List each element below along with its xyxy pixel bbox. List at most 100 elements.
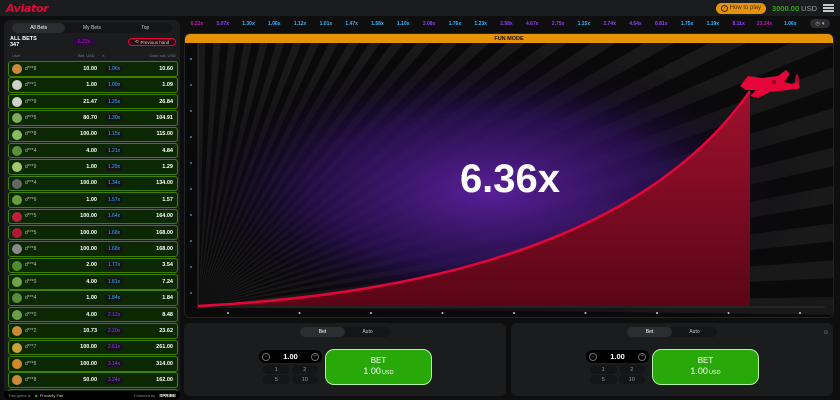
tab-top[interactable]: Top (119, 23, 172, 33)
bet-row: d***9 1.00 1.57x 1.57 (8, 192, 178, 208)
bet-row-amount: 4.00 (86, 147, 97, 154)
bet-row: d***2 10.73 2.20x 23.62 (8, 323, 178, 339)
history-multiplier: 1.23x (474, 21, 487, 27)
hamburger-menu-icon[interactable] (823, 4, 834, 12)
bet-row-user: d***4 (25, 147, 37, 154)
bet-row-multiplier: 2.12x (105, 311, 123, 319)
bet-row-user: d***5 (25, 213, 37, 220)
bet-row-user: d***8 (25, 246, 37, 253)
history-multiplier: 4.64x (629, 21, 642, 27)
history-multiplier: 1.06x (268, 21, 281, 27)
bet-row-cashout: 115.00 (156, 131, 173, 138)
clock-icon: ◷ (815, 20, 820, 27)
history-multiplier: 1.76x (448, 21, 462, 27)
tab-auto[interactable]: Auto (672, 327, 717, 337)
avatar (12, 129, 22, 140)
bet-row: d***0 4.00 1.81x 7.24 (8, 274, 178, 290)
game-canvas: FUN MODE 6.36x (184, 33, 834, 318)
x-tick-dot (370, 312, 372, 314)
tab-my-bets[interactable]: My Bets (65, 23, 118, 33)
bet-button[interactable]: BET 1.00USD (325, 349, 432, 385)
y-tick-dot (190, 58, 192, 60)
quick-amount-button[interactable]: 10 (291, 375, 318, 384)
avatar (12, 375, 22, 386)
avatar (12, 293, 22, 304)
tab-bet[interactable]: Bet (627, 327, 672, 337)
minus-button[interactable]: − (262, 352, 270, 361)
x-tick-dot (227, 312, 229, 314)
y-tick-dot (190, 214, 192, 216)
bet-row-cashout: 134.00 (156, 180, 173, 187)
tab-all-bets[interactable]: All Bets (12, 23, 66, 33)
bet-row-cashout: 4.84 (162, 147, 173, 154)
bet-row-cashout: 104.91 (156, 114, 173, 121)
tab-auto[interactable]: Auto (345, 327, 390, 337)
stake-control: − 1.00 + 1 2 5 10 (586, 350, 649, 386)
bet-row-multiplier: 1.77x (105, 261, 123, 269)
bet-row-user: d***5 (25, 360, 37, 367)
bet-row-amount: 4.00 (86, 311, 97, 318)
bet-row-amount: 100.00 (80, 360, 97, 367)
question-icon: ? (720, 4, 728, 12)
bet-row: d***8 50.00 3.24x 162.00 (8, 372, 178, 388)
quick-amount-button[interactable]: 5 (590, 375, 617, 384)
bets-footer: This game is ◆ Provably Fair Powered by … (4, 391, 180, 400)
y-tick-dot (190, 162, 192, 164)
bet-row-multiplier: 3.14x (105, 360, 123, 368)
history-multiplier: 1.06x (783, 21, 797, 27)
game-is-label: This game is (8, 393, 31, 398)
bet-row-cashout: 8.48 (162, 311, 173, 318)
history-multiplier: 2.58x (500, 21, 513, 27)
provably-fair-label: Provably Fair (39, 393, 64, 398)
bet-row-user: d***9 (25, 196, 37, 203)
y-tick-dot (190, 188, 192, 190)
avatar (12, 195, 22, 206)
bet-row-user: d***1 (25, 82, 37, 89)
bet-row-amount: 2.00 (86, 262, 97, 269)
balance-value: 3000.00 (772, 3, 800, 13)
bet-row-amount: 1.00 (86, 82, 97, 89)
bet-row-multiplier: 1.68x (105, 245, 123, 253)
stake-input[interactable]: 1.00 (283, 352, 298, 361)
bets-table-header: User Bet, USD X Cash out, USD (10, 53, 176, 59)
history-multiplier: 8.11x (732, 21, 745, 27)
bet-row-cashout: 7.24 (162, 278, 173, 285)
bet-row-multiplier: 2.20x (105, 327, 123, 335)
quick-amount-button[interactable]: 2 (291, 365, 318, 374)
powered-by-label: Powered by (134, 393, 156, 398)
bet-button-label: BET (697, 356, 714, 365)
col-cashout: Cash out, USD (149, 53, 176, 58)
bets-list: d***8 10.00 1.06x 10.60 d***1 1.00 1.09x 1.09 d*… (8, 61, 178, 400)
bet-row-user: d***4 (25, 295, 37, 302)
bet-row-amount: 21.47 (83, 98, 97, 105)
history-multiplier: 1.58x (371, 21, 384, 27)
plus-button[interactable]: + (310, 352, 319, 361)
tab-bet[interactable]: Bet (300, 327, 345, 337)
quick-amounts: 1 2 5 10 (259, 365, 322, 384)
bet-button[interactable]: BET 1.00USD (652, 349, 759, 385)
bet-button-amount: 1.00USD (690, 366, 720, 378)
stake-input[interactable]: 1.00 (610, 352, 625, 361)
minus-button[interactable]: − (589, 352, 597, 361)
bet-row-cashout: 1.84 (162, 295, 173, 302)
how-to-play-button[interactable]: ? How to play (715, 2, 767, 14)
bet-row-cashout: 1.57 (162, 196, 173, 203)
bet-row-amount: 100.00 (80, 246, 97, 253)
provably-fair-link[interactable]: ◆ Provably Fair (35, 393, 64, 398)
bet-row-cashout: 168.00 (156, 229, 173, 236)
avatar (12, 211, 22, 222)
previous-hand-button[interactable]: ⟲ Previous hand (128, 38, 176, 46)
quick-amount-button[interactable]: 5 (263, 375, 290, 384)
bet-row-multiplier: 1.57x (105, 196, 123, 204)
quick-amount-button[interactable]: 10 (618, 375, 645, 384)
bet-row-multiplier: 1.21x (105, 147, 123, 155)
x-tick-dot (727, 312, 730, 314)
plus-button[interactable]: + (637, 352, 646, 361)
quick-amount-button[interactable]: 2 (618, 365, 645, 374)
quick-amount-button[interactable]: 1 (263, 365, 290, 374)
remove-panel-icon[interactable]: ⊖ (823, 329, 829, 336)
bet-row-user: d***5 (25, 114, 37, 121)
stake-stepper: − 1.00 + (586, 350, 649, 363)
quick-amount-button[interactable]: 1 (590, 365, 617, 374)
history-dropdown-button[interactable]: ◷ ▾ (810, 19, 830, 28)
